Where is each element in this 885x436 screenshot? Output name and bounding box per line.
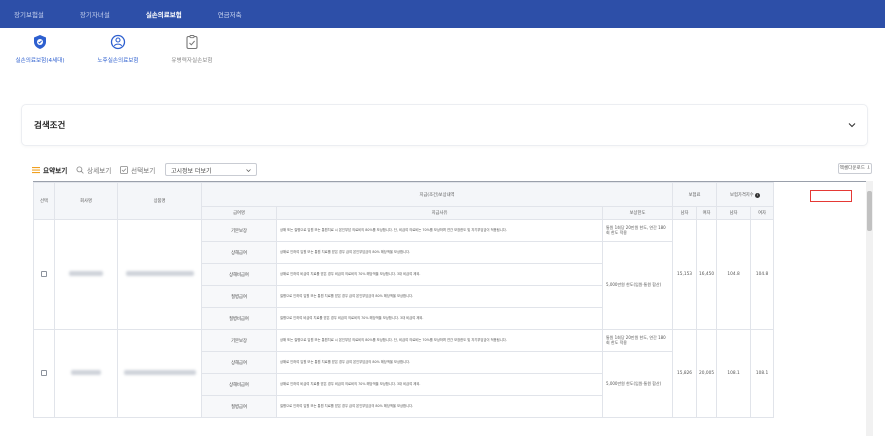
- notice-info-select-value: 고시정보 더보기: [171, 168, 212, 175]
- header-index-female: 여자: [750, 206, 775, 220]
- header-limit: 보상한도: [601, 206, 674, 220]
- header-company: 회사명: [54, 182, 118, 220]
- selected-view-option[interactable]: 선택보기: [120, 165, 155, 175]
- table-row: 기본보장 상해 또는 질병으로 입원 또는 통원치료 시 본인부담 의료비의 8…: [33, 329, 867, 418]
- header-index-male: 남자: [716, 206, 752, 220]
- elder-icon: [110, 34, 126, 50]
- checkbox-icon: [120, 166, 128, 174]
- benefit-cell: 질병비급여: [201, 307, 277, 330]
- tab-pension-savings[interactable]: 연금저축: [218, 9, 242, 19]
- list-icon: [32, 167, 40, 174]
- benefit-cell: 상해비급여: [201, 263, 277, 286]
- header-select: 선택: [33, 182, 55, 220]
- premium-female-cell: 20,005: [696, 329, 718, 418]
- premium-male-cell: 15,826: [672, 329, 698, 418]
- excel-download-button[interactable]: 엑셀다운로드 ⇩: [838, 163, 872, 174]
- tab-child-insurance[interactable]: 장기자녀설: [80, 9, 110, 19]
- benefit-cell: 질병급여: [201, 285, 277, 308]
- menu-item-label: 노후실손의료보험: [97, 58, 139, 64]
- summary-view-option[interactable]: 요약보기: [32, 165, 67, 175]
- shield-icon: [34, 35, 46, 49]
- condition-cell: 상해로 인하여 비급여 치료를 받은 경우 비급여 의료비의 70% 해당액을 …: [276, 373, 603, 396]
- price-index-highlight: [810, 190, 852, 202]
- benefit-cell: 질병급여: [201, 395, 277, 418]
- notice-info-select[interactable]: 고시정보 더보기: [165, 163, 257, 176]
- company-name-cell: [54, 219, 118, 330]
- condition-cell: 질병으로 인하여 입원 또는 통원 치료를 받은 경우 급여 본인부담금의 80…: [276, 285, 603, 308]
- header-product: 상품명: [117, 182, 202, 220]
- menu-item-label: 유병력자실손보험: [171, 58, 213, 64]
- condition-cell: 상해로 인하여 비급여 치료를 받은 경우 비급여 의료비의 70% 해당액을 …: [276, 263, 603, 286]
- condition-cell: 질병으로 인하여 비급여 치료를 받은 경우 비급여 의료비의 70% 해당액을…: [276, 307, 603, 330]
- search-conditions-title: 검색조건: [34, 121, 66, 131]
- comparison-table: 선택 회사명 상품명 지급(조건)보상내역 보험료 보험가격지수 i 급여명 지…: [33, 182, 866, 418]
- company-name-cell: [54, 329, 118, 418]
- condition-cell: 상해 또는 질병으로 입원 또는 통원치료 시 본인부담 의료비의 80%를 보…: [276, 219, 603, 242]
- index-male-cell: 104.8: [716, 219, 752, 330]
- header-premium: 보험료: [672, 182, 718, 207]
- premium-female-cell: 16,450: [696, 219, 718, 330]
- search-icon: [76, 166, 84, 174]
- detail-view-label: 상세보기: [87, 167, 112, 175]
- chevron-down-icon: [246, 169, 251, 172]
- benefit-cell: 기본보장: [201, 329, 277, 352]
- tab-long-term-insurance[interactable]: 장기보험설: [14, 9, 44, 19]
- comparison-table-wrap: 선택 회사명 상품명 지급(조건)보상내역 보험료 보험가격지수 i 급여명 지…: [33, 181, 866, 436]
- menu-item-label: 실손의료보험(4세대): [15, 58, 65, 64]
- header-condition: 지급사유: [276, 206, 603, 220]
- limit-cell: 5,000만원 한도(입원·통원 합산): [601, 241, 674, 330]
- chevron-down-icon[interactable]: [847, 120, 857, 130]
- header-payment: 지급(조건)보상내역: [200, 182, 674, 207]
- table-row: 기본보장 상해 또는 질병으로 입원 또는 통원치료 시 본인부담 의료비의 8…: [33, 219, 867, 330]
- index-female-cell: 104.8: [750, 219, 775, 330]
- benefit-cell: 기본보장: [201, 219, 277, 242]
- product-name-cell: [117, 219, 202, 330]
- info-icon[interactable]: i: [755, 192, 761, 198]
- limit-cell: 통원 1회당 20만원 한도, 연간 180회 한도 적용: [601, 219, 674, 242]
- limit-cell: 통원 1회당 20만원 한도, 연간 180회 한도 적용: [601, 329, 674, 352]
- header-price-index[interactable]: 보험가격지수 i: [716, 182, 775, 207]
- detail-view-option[interactable]: 상세보기: [76, 165, 111, 175]
- benefit-cell: 상해비급여: [201, 373, 277, 396]
- row-select-cell[interactable]: [33, 329, 55, 418]
- row-checkbox[interactable]: [41, 369, 47, 376]
- search-conditions-panel[interactable]: 검색조건: [22, 105, 867, 145]
- table-scrollbar-thumb[interactable]: [867, 191, 872, 231]
- condition-cell: 상해로 인하여 입원 또는 통원 치료를 받은 경우 급여 본인부담금의 80%…: [276, 351, 603, 374]
- index-female-cell: 108.1: [750, 329, 775, 418]
- menu-item-senior[interactable]: 노후실손의료보험: [78, 34, 158, 64]
- header-premium-female: 여자: [696, 206, 718, 220]
- view-toolbar: 요약보기 상세보기 선택보기 고시정보 더보기 엑셀다운로드 ⇩: [32, 163, 872, 177]
- premium-male-cell: 15,153: [672, 219, 698, 330]
- header-benefit: 급여명: [201, 206, 277, 220]
- condition-cell: 상해 또는 질병으로 입원 또는 통원치료 시 본인부담 의료비의 80%를 보…: [276, 329, 603, 352]
- condition-cell: 질병으로 인하여 입원 또는 통원 치료를 받은 경우 급여 본인부담금의 80…: [276, 395, 603, 418]
- product-name-cell: [117, 329, 202, 418]
- condition-cell: 상해로 인하여 입원 또는 통원 치료를 받은 경우 급여 본인부담금의 80%…: [276, 241, 603, 264]
- benefit-cell: 상해급여: [201, 351, 277, 374]
- top-nav: 장기보험설 장기자녀설 실손의료보험 연금저축: [0, 0, 885, 28]
- index-male-cell: 108.1: [716, 329, 752, 418]
- product-type-menu: 실손의료보험(4세대) 노후실손의료보험 유병력자실손보험: [0, 34, 885, 82]
- clipboard-icon: [186, 35, 198, 50]
- row-checkbox[interactable]: [41, 270, 47, 277]
- row-select-cell[interactable]: [33, 219, 55, 330]
- summary-view-label: 요약보기: [43, 167, 68, 175]
- menu-item-4th-gen[interactable]: 실손의료보험(4세대): [0, 34, 80, 64]
- header-premium-male: 남자: [672, 206, 698, 220]
- selected-view-label: 선택보기: [131, 167, 156, 175]
- tab-medical-insurance[interactable]: 실손의료보험: [146, 9, 182, 19]
- menu-item-pre-existing[interactable]: 유병력자실손보험: [152, 34, 232, 64]
- benefit-cell: 상해급여: [201, 241, 277, 264]
- limit-cell: 5,000만원 한도(입원·통원 합산): [601, 351, 674, 418]
